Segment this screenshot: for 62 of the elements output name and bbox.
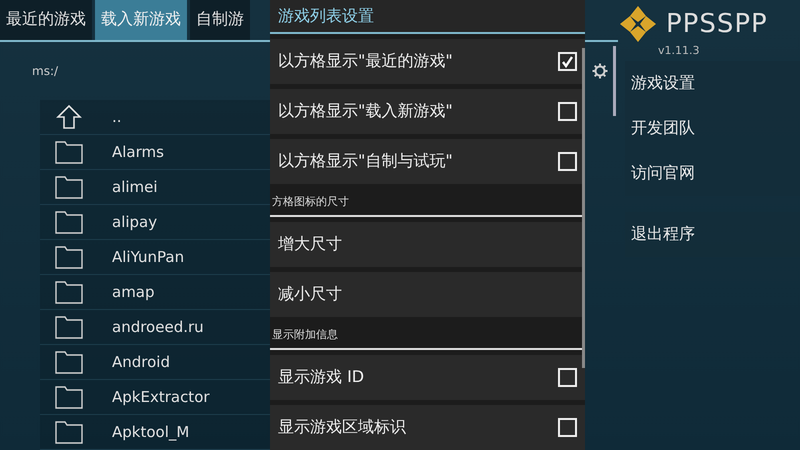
file-row[interactable]: amap xyxy=(40,275,270,310)
file-row[interactable]: Alarms xyxy=(40,135,270,170)
checkbox-row[interactable]: 显示游戏区域标识 xyxy=(270,405,585,450)
folder-icon xyxy=(54,209,84,235)
tab[interactable]: 自制游 xyxy=(190,0,250,40)
up-arrow-icon xyxy=(54,104,84,130)
folder-icon xyxy=(54,174,84,200)
checkbox[interactable] xyxy=(558,102,577,121)
folder-icon xyxy=(54,349,84,375)
folder-icon xyxy=(54,314,84,340)
checkbox-row[interactable]: 以方格显示"自制与试玩" xyxy=(270,139,585,184)
dialog-title: 游戏列表设置 xyxy=(270,0,585,34)
logo-icon xyxy=(618,4,658,44)
checkbox[interactable] xyxy=(558,368,577,387)
file-row[interactable]: androeed.ru xyxy=(40,310,270,345)
file-row[interactable]: AliYunPan xyxy=(40,240,270,275)
option-label: 显示游戏 ID xyxy=(278,367,364,388)
file-name: alimei xyxy=(112,178,158,196)
option-label: 以方格显示"自制与试玩" xyxy=(278,151,453,172)
version-label: v1.11.3 xyxy=(658,44,700,57)
option-button[interactable]: 减小尺寸 xyxy=(270,272,585,317)
file-name: alipay xyxy=(112,213,158,231)
file-name: amap xyxy=(112,283,155,301)
checkbox-row[interactable]: 以方格显示"最近的游戏" xyxy=(270,39,585,84)
folder-icon xyxy=(54,139,84,165)
folder-icon xyxy=(54,419,84,445)
tab[interactable]: 载入新游戏 xyxy=(95,0,187,40)
file-name: .. xyxy=(112,108,122,126)
file-name: Apktool_M xyxy=(112,423,190,441)
folder-icon xyxy=(54,279,84,305)
tab[interactable]: 最近的游戏 xyxy=(0,0,92,40)
checkbox[interactable] xyxy=(558,418,577,437)
option-label: 显示游戏区域标识 xyxy=(278,417,406,438)
file-name: Alarms xyxy=(112,143,164,161)
file-row[interactable]: Apktool_M xyxy=(40,415,270,450)
file-row[interactable]: alimei xyxy=(40,170,270,205)
file-row[interactable]: ApkExtractor xyxy=(40,380,270,415)
file-row[interactable]: alipay xyxy=(40,205,270,240)
path-label: ms:/ xyxy=(32,64,58,78)
option-label: 以方格显示"最近的游戏" xyxy=(278,51,453,72)
file-name: Android xyxy=(112,353,170,371)
option-label: 以方格显示"载入新游戏" xyxy=(278,101,453,122)
settings-icon[interactable] xyxy=(592,62,608,79)
file-row[interactable]: Android xyxy=(40,345,270,380)
checkbox[interactable] xyxy=(558,152,577,171)
exit-button[interactable]: 退出程序 xyxy=(625,212,800,257)
file-name: AliYunPan xyxy=(112,248,184,266)
file-row[interactable]: .. xyxy=(40,100,270,135)
folder-icon xyxy=(54,384,84,410)
app-name: PPSSPP xyxy=(666,9,768,39)
menu-item[interactable]: 访问官网 xyxy=(625,151,800,196)
folder-icon xyxy=(54,244,84,270)
menu-item[interactable]: 开发团队 xyxy=(625,106,800,151)
scrollbar[interactable] xyxy=(582,48,585,368)
file-name: androeed.ru xyxy=(112,318,204,336)
checkbox[interactable] xyxy=(558,52,577,71)
checkbox-row[interactable]: 显示游戏 ID xyxy=(270,355,585,400)
scrollbar[interactable] xyxy=(613,46,616,116)
file-name: ApkExtractor xyxy=(112,388,210,406)
menu-item[interactable]: 游戏设置 xyxy=(625,61,800,106)
option-button[interactable]: 增大尺寸 xyxy=(270,222,585,267)
checkbox-row[interactable]: 以方格显示"载入新游戏" xyxy=(270,89,585,134)
